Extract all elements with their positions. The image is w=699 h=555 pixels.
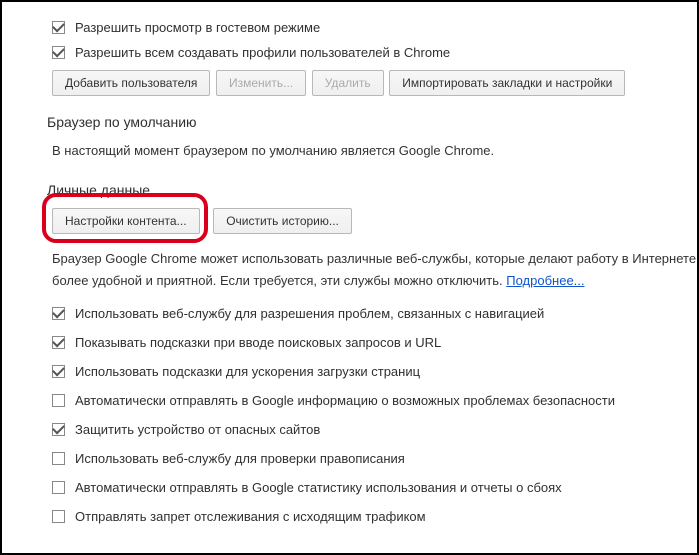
check-usage-stats: Автоматически отправлять в Google статис… — [52, 480, 697, 495]
check-safe-browsing: Защитить устройство от опасных сайтов — [52, 422, 697, 437]
user-buttons-row: Добавить пользователя Изменить... Удалит… — [52, 70, 697, 96]
check-nav-service: Использовать веб-службу для разрешения п… — [52, 306, 697, 321]
check-do-not-track: Отправлять запрет отслеживания с исходящ… — [52, 509, 697, 524]
check-search-suggest-label: Показывать подсказки при вводе поисковых… — [75, 335, 441, 350]
clear-history-button[interactable]: Очистить историю... — [213, 208, 352, 234]
check-spelling-label: Использовать веб-службу для проверки пра… — [75, 451, 405, 466]
check-do-not-track-label: Отправлять запрет отслеживания с исходящ… — [75, 509, 426, 524]
allow-profiles-label: Разрешить всем создавать профили пользов… — [75, 45, 450, 60]
check-security-report: Автоматически отправлять в Google информ… — [52, 393, 697, 408]
check-usage-stats-box[interactable] — [52, 481, 65, 494]
content-settings-button[interactable]: Настройки контента... — [52, 208, 200, 234]
guest-mode-checkbox[interactable] — [52, 21, 65, 34]
privacy-description: Браузер Google Chrome может использовать… — [52, 248, 697, 292]
privacy-title: Личные данные — [47, 182, 697, 198]
check-prefetch: Использовать подсказки для ускорения заг… — [52, 364, 697, 379]
allow-profiles-row: Разрешить всем создавать профили пользов… — [52, 45, 697, 60]
check-safe-browsing-label: Защитить устройство от опасных сайтов — [75, 422, 320, 437]
check-nav-service-label: Использовать веб-службу для разрешения п… — [75, 306, 544, 321]
check-prefetch-label: Использовать подсказки для ускорения заг… — [75, 364, 420, 379]
check-search-suggest-box[interactable] — [52, 336, 65, 349]
check-nav-service-box[interactable] — [52, 307, 65, 320]
edit-user-button: Изменить... — [216, 70, 306, 96]
check-search-suggest: Показывать подсказки при вводе поисковых… — [52, 335, 697, 350]
check-spelling: Использовать веб-службу для проверки пра… — [52, 451, 697, 466]
check-spelling-box[interactable] — [52, 452, 65, 465]
check-do-not-track-box[interactable] — [52, 510, 65, 523]
default-browser-text: В настоящий момент браузером по умолчани… — [52, 140, 697, 162]
check-usage-stats-label: Автоматически отправлять в Google статис… — [75, 480, 562, 495]
privacy-buttons-row: Настройки контента... Очистить историю..… — [52, 208, 697, 234]
check-prefetch-box[interactable] — [52, 365, 65, 378]
check-security-report-box[interactable] — [52, 394, 65, 407]
default-browser-title: Браузер по умолчанию — [47, 114, 697, 130]
add-user-button[interactable]: Добавить пользователя — [52, 70, 210, 96]
guest-mode-row: Разрешить просмотр в гостевом режиме — [52, 20, 697, 35]
privacy-desc-line2: более удобной и приятной. Если требуется… — [52, 273, 506, 288]
check-security-report-label: Автоматически отправлять в Google информ… — [75, 393, 615, 408]
delete-user-button: Удалить — [312, 70, 384, 96]
allow-profiles-checkbox[interactable] — [52, 46, 65, 59]
privacy-checkboxes: Использовать веб-службу для разрешения п… — [52, 306, 697, 524]
privacy-desc-line1: Браузер Google Chrome может использовать… — [52, 251, 696, 266]
check-safe-browsing-box[interactable] — [52, 423, 65, 436]
import-bookmarks-button[interactable]: Импортировать закладки и настройки — [389, 70, 625, 96]
guest-mode-label: Разрешить просмотр в гостевом режиме — [75, 20, 320, 35]
more-link[interactable]: Подробнее... — [506, 273, 584, 288]
